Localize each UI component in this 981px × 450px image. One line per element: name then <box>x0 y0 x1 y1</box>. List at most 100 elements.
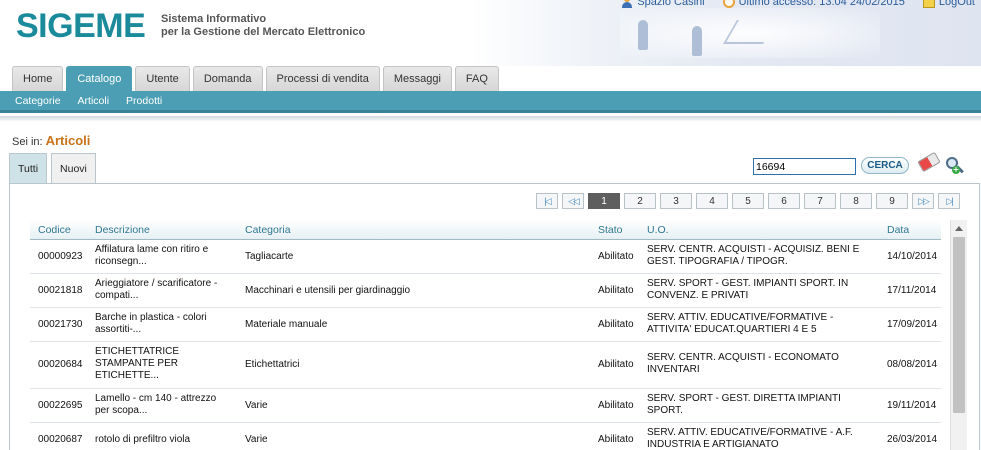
cell-categoria: Varie <box>245 434 268 445</box>
cell-categoria: Tagliacarte <box>245 251 294 262</box>
search-input[interactable] <box>753 158 856 175</box>
filter-tab-nuovi[interactable]: Nuovi <box>51 153 96 183</box>
cell-uo: SERV. CENTR. ACQUISTI - ECONOMATO INVENT… <box>647 352 839 375</box>
pager-page-button[interactable]: 7 <box>804 193 836 209</box>
table-header: Codice Descrizione Categoria Stato U.O. … <box>30 220 941 240</box>
cell-uo: SERV. ATTIV. EDUCATIVE/FORMATIVE - ATTIV… <box>647 312 834 335</box>
pager-page-button[interactable]: 6 <box>768 193 800 209</box>
cell-stato: Abilitato <box>598 434 634 445</box>
cell-codice: 00021818 <box>38 285 83 296</box>
table-row[interactable]: 00020687 rotolo di prefiltro viola Varie… <box>30 423 941 450</box>
filter-tab-tutti[interactable]: Tutti <box>9 153 48 183</box>
pager-prev-button[interactable]: ◁◁ <box>562 193 584 209</box>
cell-codice: 00021730 <box>38 319 83 330</box>
table-row[interactable]: 00021818 Arieggiatore / scarificatore - … <box>30 274 941 308</box>
tab-home[interactable]: Home <box>12 66 64 91</box>
tab-catalogo[interactable]: Catalogo <box>66 66 133 91</box>
banner-person-icon <box>692 26 702 56</box>
column-header-uo[interactable]: U.O. <box>647 224 877 236</box>
table-row[interactable]: 00000923 Affilatura lame con ritiro e ri… <box>30 240 941 274</box>
cell-codice: 00020687 <box>38 434 83 445</box>
cell-data: 19/11/2014 <box>887 400 937 411</box>
cell-categoria: Etichettatrici <box>245 359 300 370</box>
banner-person-icon <box>638 20 648 50</box>
pager-next-button[interactable]: ▷▷ <box>912 193 934 209</box>
column-header-stato[interactable]: Stato <box>598 224 623 236</box>
tab-processi-di-vendita[interactable]: Processi di vendita <box>265 66 380 91</box>
cell-stato: Abilitato <box>598 359 634 370</box>
tab-faq[interactable]: FAQ <box>454 66 499 91</box>
tab-messaggi[interactable]: Messaggi <box>382 66 452 91</box>
last-access-text: Ultimo accesso: 13:04 24/02/2015 <box>738 0 905 8</box>
pager-page-button[interactable]: 3 <box>660 193 692 209</box>
top-bar: Spazio Casini Ultimo accesso: 13:04 24/0… <box>621 0 975 8</box>
pager-last-button[interactable]: ▷| <box>938 193 960 209</box>
pager-page-button[interactable]: 9 <box>876 193 908 209</box>
cell-descrizione: rotolo di prefiltro viola <box>95 434 191 445</box>
column-header-descrizione[interactable]: Descrizione <box>95 224 230 236</box>
pager: |◁ ◁◁ 1 2 3 4 5 6 7 8 9 ▷▷ ▷| <box>536 193 960 209</box>
cell-categoria: Varie <box>245 400 268 411</box>
cell-stato: Abilitato <box>598 285 634 296</box>
tab-domanda[interactable]: Domanda <box>192 66 263 91</box>
cell-stato: Abilitato <box>598 251 634 262</box>
clock-icon <box>722 0 735 8</box>
cell-codice: 00022695 <box>38 400 83 411</box>
cell-descrizione: ETICHETTATRICE STAMPANTE PER ETICHETTE..… <box>95 346 180 381</box>
column-header-categoria[interactable]: Categoria <box>245 224 291 236</box>
cell-stato: Abilitato <box>598 319 634 330</box>
logo-subtitle-line2: per la Gestione del Mercato Elettronico <box>161 26 366 38</box>
cell-data: 17/09/2014 <box>887 319 938 330</box>
pager-page-button[interactable]: 4 <box>696 193 728 209</box>
cell-data: 08/08/2014 <box>887 359 938 370</box>
eraser-icon[interactable] <box>917 151 941 173</box>
table-row[interactable]: 00020684 ETICHETTATRICE STAMPANTE PER ET… <box>30 342 941 389</box>
pager-page-button[interactable]: 5 <box>732 193 764 209</box>
pager-page-button[interactable]: 1 <box>588 193 620 209</box>
scroll-up-icon[interactable] <box>955 226 963 231</box>
user-name: Spazio Casini <box>637 0 705 8</box>
header: SIGEME Sistema Informativo per la Gestio… <box>0 0 981 66</box>
search-button[interactable]: CERCA <box>861 157 909 174</box>
cell-descrizione: Barche in plastica - colori assortiti-..… <box>95 312 207 335</box>
cell-stato: Abilitato <box>598 400 634 411</box>
zoom-add-icon[interactable]: + <box>946 157 964 175</box>
cell-data: 14/10/2014 <box>887 251 938 262</box>
column-header-data[interactable]: Data <box>887 224 909 236</box>
filter-tabs: Tutti Nuovi <box>9 153 96 183</box>
cell-uo: SERV. ATTIV. EDUCATIVE/FORMATIVE - A.F. … <box>647 427 853 450</box>
logout-link[interactable]: LogOut <box>922 0 975 8</box>
breadcrumb-current: Articoli <box>45 133 91 148</box>
cell-categoria: Macchinari e utensili per giardinaggio <box>245 285 411 296</box>
breadcrumb-prefix: Sei in: <box>12 136 43 148</box>
tab-utente[interactable]: Utente <box>135 66 190 91</box>
subnav-articoli[interactable]: Articoli <box>78 95 110 107</box>
cell-data: 26/03/2014 <box>887 434 938 445</box>
last-access: Ultimo accesso: 13:04 24/02/2015 <box>722 0 905 8</box>
cell-descrizione: Arieggiatore / scarificatore - compati..… <box>95 278 218 301</box>
subnav-prodotti[interactable]: Prodotti <box>126 95 162 107</box>
pager-page-button[interactable]: 8 <box>840 193 872 209</box>
articles-table: Codice Descrizione Categoria Stato U.O. … <box>30 220 941 450</box>
cell-descrizione: Lamello - cm 140 - attrezzo per scopa... <box>95 393 217 416</box>
subnav-shadow <box>0 116 981 122</box>
logo-subtitle: Sistema Informativo per la Gestione del … <box>161 13 365 39</box>
subnav-categorie[interactable]: Categorie <box>15 95 61 107</box>
table-row[interactable]: 00021730 Barche in plastica - colori ass… <box>30 308 941 342</box>
cell-uo: SERV. CENTR. ACQUISTI - ACQUISIZ. BENI E… <box>647 244 860 267</box>
logo-subtitle-line1: Sistema Informativo <box>161 13 267 25</box>
column-header-codice[interactable]: Codice <box>38 224 71 236</box>
main-tabs: Home Catalogo Utente Domanda Processi di… <box>12 66 499 91</box>
cell-uo: SERV. SPORT - GEST. IMPIANTI SPORT. IN C… <box>647 278 849 301</box>
pager-first-button[interactable]: |◁ <box>536 193 558 209</box>
user-link[interactable]: Spazio Casini <box>621 0 705 8</box>
logout-icon <box>922 0 935 8</box>
scroll-thumb[interactable] <box>953 237 965 413</box>
table-scrollbar[interactable] <box>950 220 967 450</box>
cell-data: 17/11/2014 <box>887 285 937 296</box>
user-icon <box>621 0 633 8</box>
cell-uo: SERV. SPORT - GEST. DIRETTA IMPIANTI SPO… <box>647 393 841 416</box>
header-banner <box>470 0 981 66</box>
table-row[interactable]: 00022695 Lamello - cm 140 - attrezzo per… <box>30 389 941 423</box>
pager-page-button[interactable]: 2 <box>624 193 656 209</box>
